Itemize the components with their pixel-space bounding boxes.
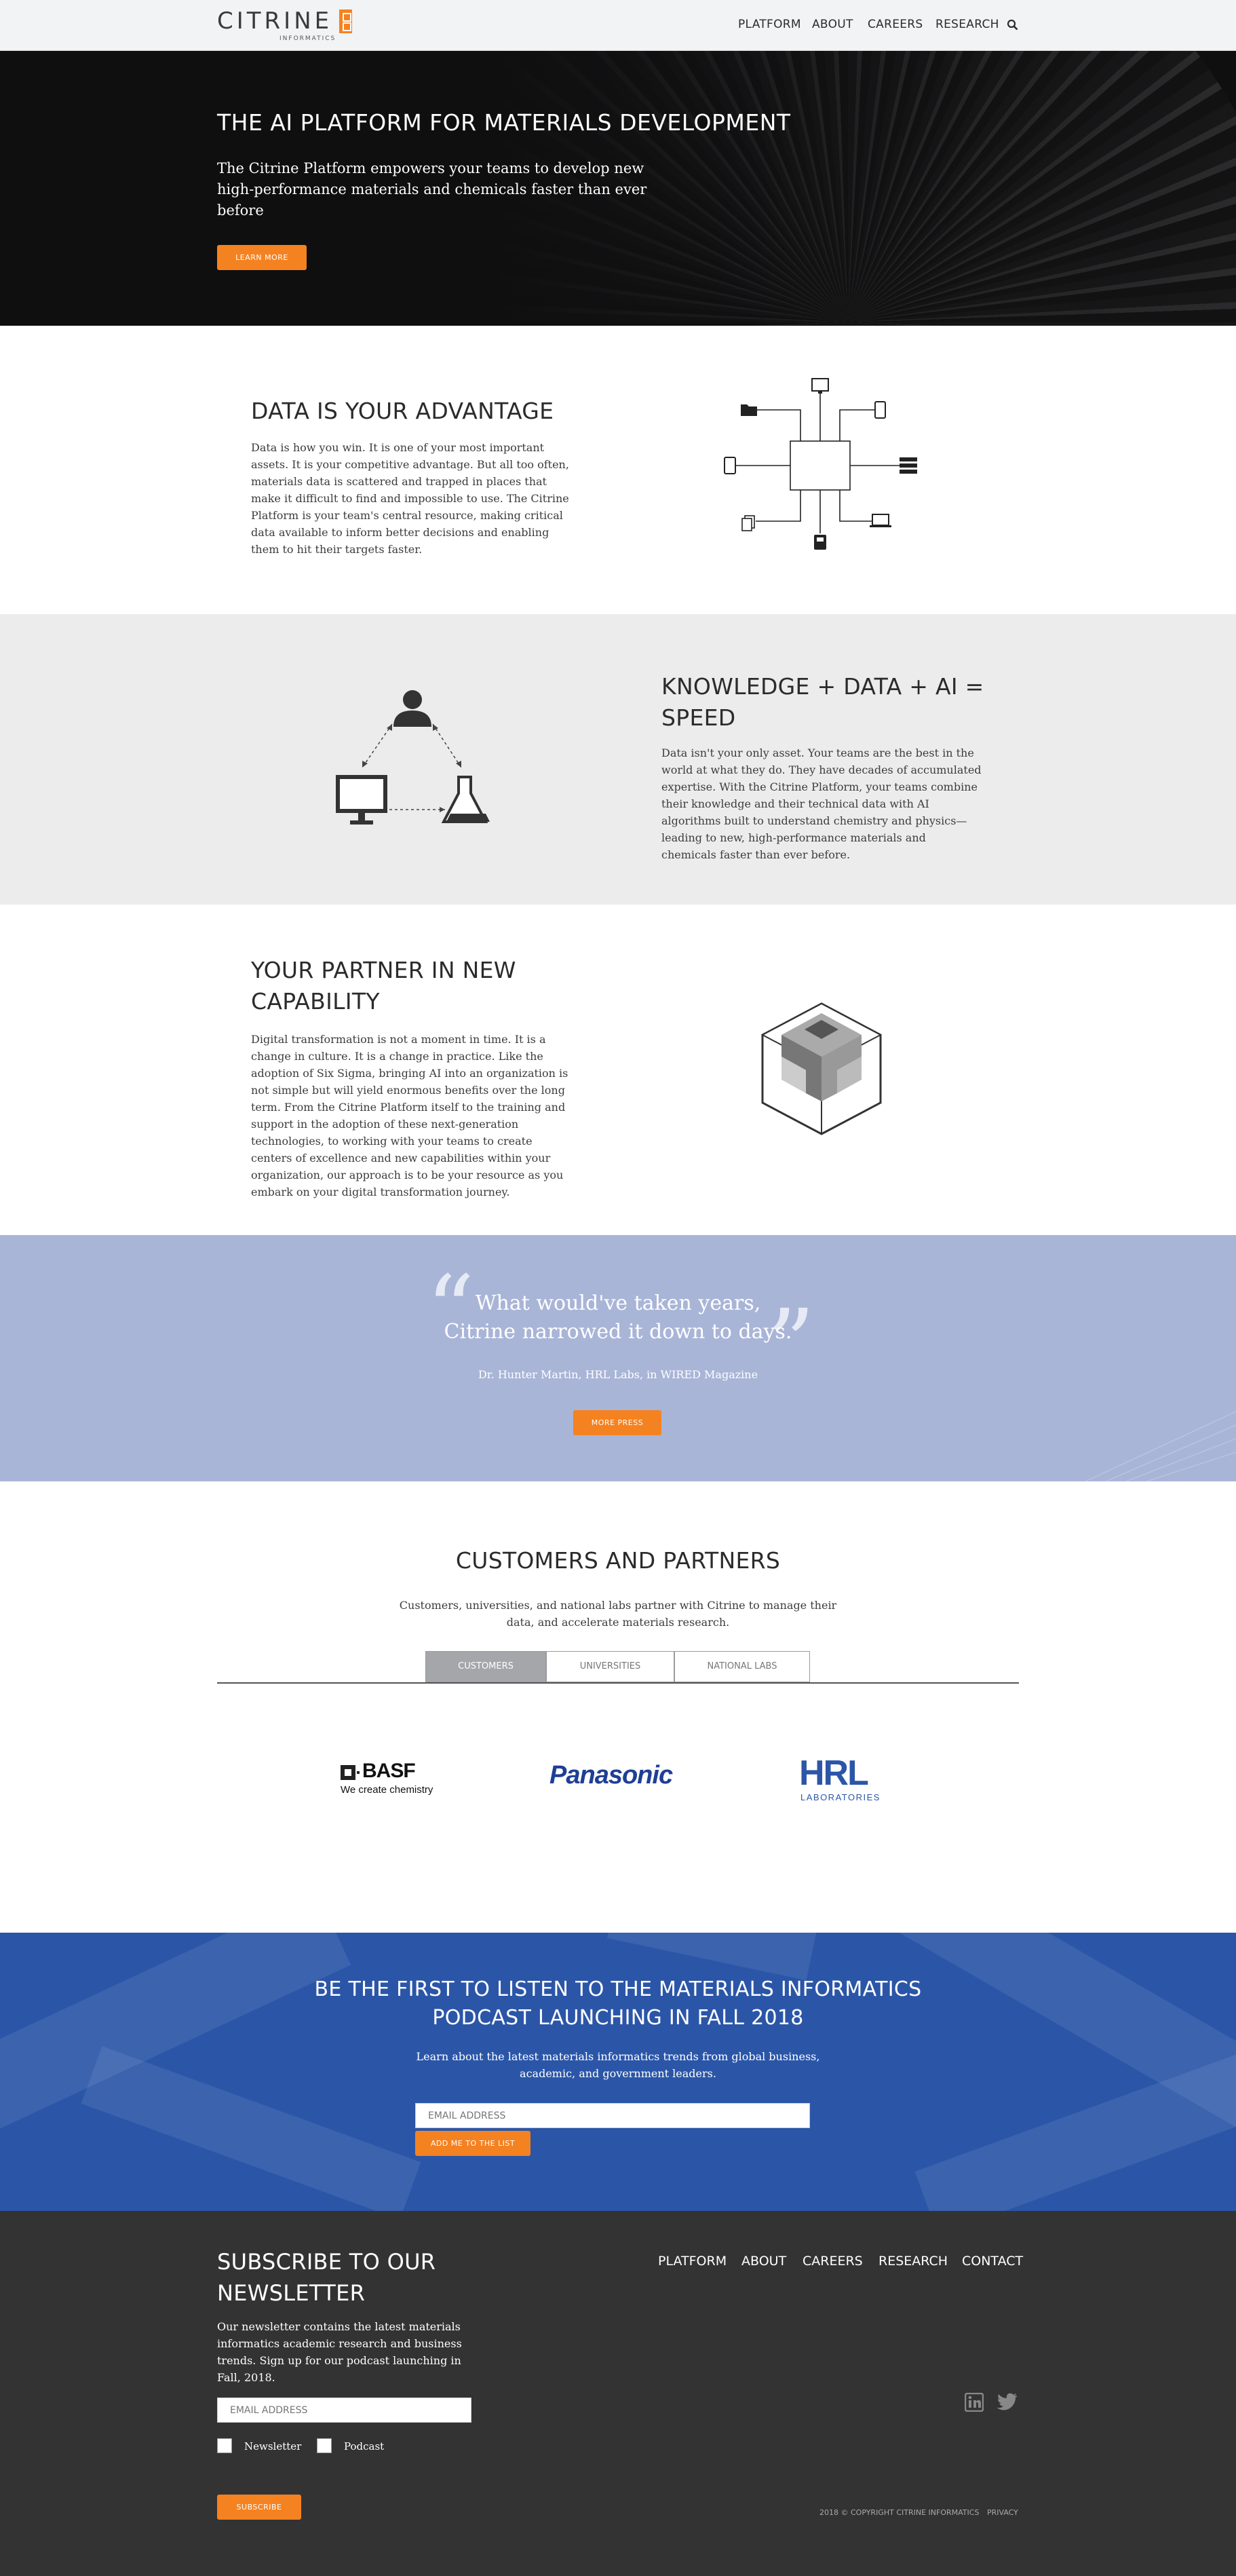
more-press-button[interactable]: MORE PRESS: [573, 1410, 661, 1435]
podcast-checkbox[interactable]: [317, 2438, 332, 2453]
footer: SUBSCRIBE TO OUR NEWSLETTER Our newslett…: [0, 2211, 1236, 2576]
subscribe-button[interactable]: SUBSCRIBE: [217, 2495, 301, 2520]
tabs-divider: [217, 1682, 1019, 1684]
customers-section: CUSTOMERS AND PARTNERS Customers, univer…: [0, 1481, 1236, 1933]
podcast-checkbox-label: Podcast: [344, 2440, 385, 2452]
hero-text: The Citrine Platform empowers your teams…: [217, 160, 647, 219]
logo-text: CITRINE: [217, 7, 333, 35]
decorative-lines: [1085, 1411, 1236, 1481]
podcast-email-input[interactable]: [415, 2103, 810, 2128]
nav-platform[interactable]: PLATFORM: [738, 18, 801, 31]
citrine-logo[interactable]: CITRINE INFORMATICS: [217, 7, 352, 42]
tab-customers[interactable]: CUSTOMERS: [425, 1651, 546, 1682]
footer-link-careers[interactable]: CAREERS: [803, 2254, 863, 2269]
customers-text: Customers, universities, and national la…: [399, 1599, 837, 1629]
logo-mark-icon: [339, 10, 352, 33]
advantage-section: DATA IS YOUR ADVANTAGE Data is how you w…: [0, 326, 1236, 614]
fuel-pump-icon: [814, 535, 826, 550]
partner-title: YOUR PARTNER IN NEW CAPABILITY: [251, 957, 516, 1015]
nav-research[interactable]: RESEARCH: [935, 18, 999, 31]
customers-title: CUSTOMERS AND PARTNERS: [455, 1547, 781, 1574]
learn-more-button[interactable]: LEARN MORE: [217, 245, 307, 270]
newsletter-checkbox-label: Newsletter: [244, 2440, 302, 2452]
person-computer-flask-diagram-icon: [336, 690, 490, 825]
hero-title: THE AI PLATFORM FOR MATERIALS DEVELOPMEN…: [217, 109, 791, 136]
panasonic-logo: Panasonic: [549, 1761, 673, 1789]
podcast-title: BE THE FIRST TO LISTEN TO THE MATERIALS …: [314, 1977, 922, 2030]
phone-icon: [874, 401, 886, 419]
tab-universities[interactable]: UNIVERSITIES: [546, 1651, 674, 1682]
speed-section: KNOWLEDGE + DATA + AI = SPEED Data isn't…: [0, 614, 1236, 905]
podcast-text: Learn about the latest materials informa…: [416, 2050, 820, 2080]
nav-about[interactable]: ABOUT: [812, 18, 853, 31]
monitor-icon: [811, 378, 829, 394]
cube-capability-icon: [760, 1002, 883, 1135]
partner-text: Digital transformation is not a moment i…: [251, 1033, 568, 1198]
server-icon: [900, 457, 917, 474]
footer-link-contact[interactable]: CONTACT: [962, 2254, 1023, 2269]
footer-link-research[interactable]: RESEARCH: [878, 2254, 948, 2269]
advantage-text: Data is how you win. It is one of your m…: [251, 441, 569, 556]
data-hub-diagram-icon: [724, 378, 917, 550]
speed-title: KNOWLEDGE + DATA + AI = SPEED: [661, 673, 984, 731]
footer-link-about[interactable]: ABOUT: [741, 2254, 786, 2269]
copyright-text: 2018 © COPYRIGHT CITRINE INFORMATICS: [819, 2508, 980, 2517]
folder-icon: [741, 404, 757, 416]
partner-section: YOUR PARTNER IN NEW CAPABILITY Digital t…: [0, 905, 1236, 1235]
tab-national-labs[interactable]: NATIONAL LABS: [674, 1651, 810, 1682]
flask-icon: [441, 776, 490, 823]
logo-subtext: INFORMATICS: [279, 35, 336, 42]
add-me-to-list-button[interactable]: ADD ME TO THE LIST: [415, 2131, 530, 2156]
quote-line-1: What would've taken years,: [475, 1291, 761, 1315]
tablet-icon: [724, 457, 736, 474]
documents-icon: [741, 515, 755, 531]
newsletter-checkbox[interactable]: [217, 2438, 232, 2453]
footer-link-platform[interactable]: PLATFORM: [658, 2254, 727, 2269]
speed-text: Data isn't your only asset. Your teams a…: [661, 746, 982, 861]
computer-icon: [336, 775, 387, 825]
advantage-title: DATA IS YOUR ADVANTAGE: [251, 398, 554, 424]
hero-section: THE AI PLATFORM FOR MATERIALS DEVELOPMEN…: [0, 51, 1236, 326]
newsletter-title: SUBSCRIBE TO OUR NEWSLETTER: [217, 2249, 436, 2306]
hrl-logo: HRL LABORATORIES: [799, 1754, 881, 1802]
podcast-section: BE THE FIRST TO LISTEN TO THE MATERIALS …: [0, 1933, 1236, 2211]
person-icon: [393, 690, 431, 727]
quote-section: “ ” What would've taken years, Citrine n…: [0, 1235, 1236, 1481]
newsletter-text: Our newsletter contains the latest mater…: [217, 2320, 462, 2384]
quote-attribution: Dr. Hunter Martin, HRL Labs, in WIRED Ma…: [478, 1368, 758, 1381]
quote-line-2: Citrine narrowed it down to days.: [444, 1320, 792, 1344]
newsletter-email-input[interactable]: [217, 2398, 471, 2423]
search-icon[interactable]: [1007, 19, 1018, 31]
top-nav: CITRINE INFORMATICS PLATFORM ABOUT CAREE…: [0, 0, 1236, 51]
nav-careers[interactable]: CAREERS: [868, 18, 923, 31]
laptop-icon: [870, 514, 891, 527]
twitter-icon[interactable]: [996, 2393, 1018, 2412]
linkedin-icon[interactable]: [965, 2393, 984, 2412]
privacy-link[interactable]: PRIVACY: [987, 2508, 1018, 2517]
